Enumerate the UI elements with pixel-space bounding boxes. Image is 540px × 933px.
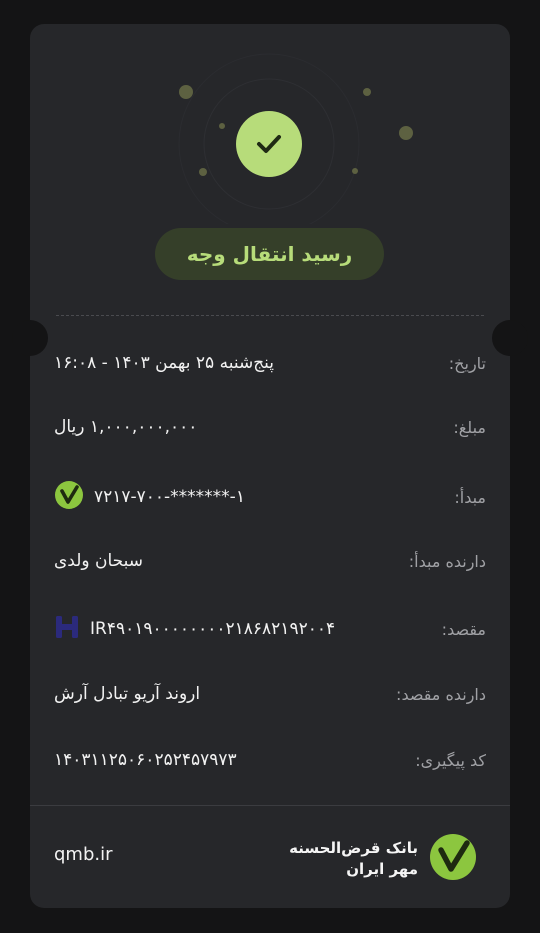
source-account-value: ۷۲۱۷-۷۰۰-*******-۱ — [94, 487, 245, 507]
amount-value: ۱,۰۰۰,۰۰۰,۰۰۰ ریال — [54, 417, 198, 437]
bank-name-line2: مهر ایران — [346, 860, 418, 878]
destination-holder-label: دارنده مقصد: — [396, 684, 486, 704]
success-check-icon — [236, 111, 302, 177]
row-source-holder: سبحان ولدی دارنده مبدأ: — [54, 546, 486, 576]
destination-iban-value: IR۴۹۰۱۹۰۰۰۰۰۰۰۰۲۱۸۶۸۲۱۹۲۰۰۴ — [90, 619, 336, 639]
footer-divider — [30, 805, 510, 806]
bank-website-link[interactable]: qmb.ir — [54, 844, 113, 865]
receipt-title: رسید انتقال وجه — [155, 228, 384, 280]
mehr-iran-logo-icon — [54, 480, 84, 515]
dest-bank-logo-icon — [54, 614, 80, 645]
ticket-notch-right — [492, 320, 528, 356]
dashed-divider — [56, 315, 484, 316]
tracking-code-value: ۱۴۰۳۱۱۲۵۰۶۰۲۵۲۴۵۷۹۷۳ — [54, 750, 237, 770]
receipt-card: رسید انتقال وجه پنج‌شنبه ۲۵ بهمن ۱۴۰۳ - … — [12, 24, 528, 908]
amount-label: مبلغ: — [453, 417, 486, 437]
ticket-notch-left — [12, 320, 48, 356]
source-holder-label: دارنده مبدأ: — [408, 551, 486, 571]
date-value: پنج‌شنبه ۲۵ بهمن ۱۴۰۳ - ۱۶:۰۸ — [54, 353, 275, 373]
destination-holder-value: اروند آریو تبادل آرش — [54, 684, 201, 704]
row-destination-holder: اروند آریو تبادل آرش دارنده مقصد: — [54, 679, 486, 709]
bank-brand: بانک قرض‌الحسنه مهر ایران — [289, 832, 478, 886]
source-holder-value: سبحان ولدی — [54, 551, 144, 571]
row-destination: IR۴۹۰۱۹۰۰۰۰۰۰۰۰۲۱۸۶۸۲۱۹۲۰۰۴ مقصد: — [54, 614, 486, 644]
row-tracking-code: ۱۴۰۳۱۱۲۵۰۶۰۲۵۲۴۵۷۹۷۳ کد پیگیری: — [54, 745, 486, 775]
bank-logo-icon — [428, 832, 478, 886]
row-date: پنج‌شنبه ۲۵ بهمن ۱۴۰۳ - ۱۶:۰۸ تاریخ: — [54, 348, 486, 378]
destination-label: مقصد: — [441, 619, 486, 639]
tracking-code-label: کد پیگیری: — [415, 750, 486, 770]
date-label: تاریخ: — [448, 353, 486, 373]
bank-name-line1: بانک قرض‌الحسنه — [289, 839, 418, 857]
row-amount: ۱,۰۰۰,۰۰۰,۰۰۰ ریال مبلغ: — [54, 412, 486, 442]
source-label: مبدأ: — [454, 487, 486, 507]
row-source: ۷۲۱۷-۷۰۰-*******-۱ مبدأ: — [54, 480, 486, 515]
